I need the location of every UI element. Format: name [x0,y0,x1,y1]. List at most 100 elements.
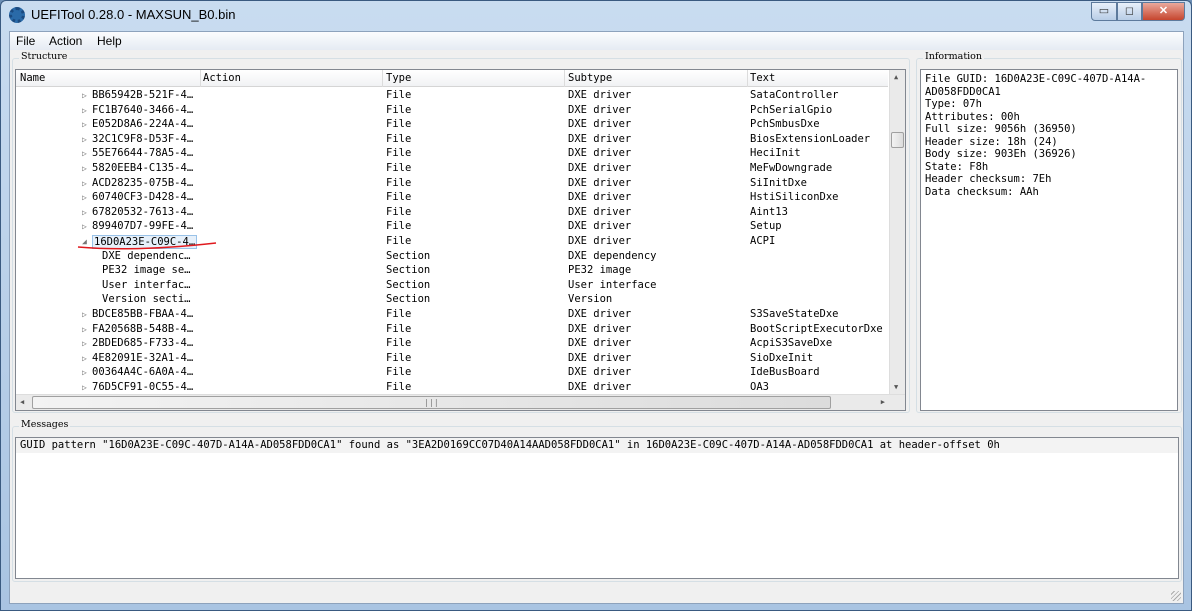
expand-arrow-icon[interactable]: ▷ [82,149,87,158]
red-annotation-underline [77,242,217,250]
info-line: Data checksum: AAh [925,185,1039,198]
tree-row[interactable]: ▷ 899407D7-99FE-4… File DXE driver Setup [16,219,888,234]
row-name: FC1B7640-3466-4… [92,103,194,116]
row-name: 2BDED685-F733-4… [92,337,194,350]
row-type: File [386,337,412,350]
resize-grip[interactable] [1171,591,1181,601]
row-subtype: DXE driver [568,381,632,393]
tree-row[interactable]: ▷ E052D8A6-224A-4… File DXE driver PchSmbusD… [16,117,888,132]
message-item[interactable]: GUID pattern "16D0A23E-C09C-407D-A14A-AD… [16,438,1178,453]
row-subtype: DXE driver [568,235,632,247]
app-gear-icon [9,7,25,23]
row-subtype: DXE driver [568,351,632,364]
column-type[interactable]: Type [386,72,411,84]
row-name: 60740CF3-D428-4… [92,191,194,204]
column-subtype[interactable]: Subtype [568,72,612,84]
close-button[interactable]: ✕ [1142,2,1185,21]
menu-bar: File Action Help [10,32,1183,50]
row-text: SiInitDxe [750,176,807,189]
tree-row[interactable]: ▷ 67820532-7613-4… File DXE driver Aint13 [16,205,888,220]
row-subtype: DXE driver [568,337,632,350]
expand-arrow-icon[interactable]: ▷ [82,135,87,144]
vertical-scroll-thumb[interactable] [891,132,904,148]
row-type: File [386,235,412,247]
expand-arrow-icon[interactable]: ▷ [82,222,87,231]
info-line: Header checksum: 7Eh [925,173,1052,185]
row-name: 5820EEB4-C135-4… [92,162,194,174]
tree-row[interactable]: ▷ 76D5CF91-0C55-4… File DXE driver OA3 [16,380,888,395]
expand-arrow-icon[interactable]: ▷ [82,91,87,100]
expand-arrow-icon[interactable]: ▷ [82,106,87,115]
tree-row[interactable]: ▷ BDCE85BB-FBAA-4… File DXE driver S3SaveSta… [16,307,888,322]
structure-tree[interactable]: Name Action Type Subtype Text ▷ BB65942B-… [15,69,906,411]
expand-arrow-icon[interactable]: ▷ [82,310,87,319]
expand-arrow-icon[interactable]: ▷ [82,354,87,363]
expand-arrow-icon[interactable]: ▷ [82,368,87,377]
tree-row[interactable]: ▷ BB65942B-521F-4… File DXE driver SataContr… [16,88,888,103]
minimize-button[interactable]: ▭ [1091,2,1117,21]
tree-row[interactable]: ▷ 32C1C9F8-D53F-4… File DXE driver BiosExten… [16,132,888,147]
row-name: 32C1C9F8-D53F-4… [92,132,194,145]
app-window: UEFITool 0.28.0 - MAXSUN_B0.bin ▭ ◻ ✕ Fi… [0,0,1192,611]
row-name: FA20568B-548B-4… [92,322,194,335]
menu-file[interactable]: File [16,34,35,48]
expand-arrow-icon[interactable]: ▷ [82,120,87,129]
row-text: Setup [750,220,782,233]
horizontal-scrollbar[interactable]: ◀ ||| ▶ [16,394,905,410]
row-name: PE32 image se… [102,264,191,277]
expand-arrow-icon[interactable]: ▷ [82,339,87,348]
menu-help[interactable]: Help [97,34,122,48]
row-text: S3SaveStateDxe [750,308,839,320]
messages-group: Messages GUID pattern "16D0A23E-C09C-407… [12,419,1182,582]
row-type: File [386,147,412,160]
tree-row[interactable]: User interfac… Section User interface [16,278,888,293]
expand-arrow-icon[interactable]: ▷ [82,179,87,188]
information-text[interactable]: File GUID: 16D0A23E-C09C-407D-A14A- AD058… [920,69,1178,411]
expand-arrow-icon[interactable]: ▷ [82,193,87,202]
column-name[interactable]: Name [20,72,45,84]
row-text: IdeBusBoard [750,366,820,379]
row-subtype: DXE driver [568,176,632,189]
tree-row[interactable]: Version secti… Section Version [16,292,888,307]
information-label: Information [923,51,985,62]
tree-header: Name Action Type Subtype Text [16,70,888,87]
row-type: Section [386,293,431,306]
messages-list[interactable]: GUID pattern "16D0A23E-C09C-407D-A14A-AD… [15,437,1179,579]
tree-row[interactable]: ▷ 00364A4C-6A0A-4… File DXE driver IdeBusBoa… [16,365,888,380]
row-type: File [386,205,412,218]
row-subtype: DXE driver [568,205,632,218]
tree-row[interactable]: ▷ FC1B7640-3466-4… File DXE driver PchSerial… [16,103,888,118]
menu-action[interactable]: Action [49,34,82,48]
expand-arrow-icon[interactable]: ▷ [82,325,87,334]
row-subtype: DXE driver [568,191,632,204]
tree-row[interactable]: ▷ ACD28235-075B-4… File DXE driver SiInitDxe [16,176,888,191]
expand-arrow-icon[interactable]: ▷ [82,208,87,217]
expand-arrow-icon[interactable]: ▷ [82,164,87,173]
row-type: File [386,118,412,131]
tree-row[interactable]: ▷ 55E76644-78A5-4… File DXE driver HeciInit [16,146,888,161]
row-subtype: User interface [568,278,657,291]
row-text: OA3 [750,381,769,393]
info-line: AD058FDD0CA1 [925,85,1001,98]
info-line: Body size: 903Eh (36926) [925,148,1077,160]
row-type: File [386,308,412,320]
maximize-button[interactable]: ◻ [1117,2,1142,21]
horizontal-scroll-thumb[interactable]: ||| [32,396,831,409]
client-area: File Action Help Structure Name Action T… [9,31,1184,604]
row-type: File [386,191,412,204]
tree-row[interactable]: ▷ 5820EEB4-C135-4… File DXE driver MeFwDowng… [16,161,888,176]
tree-row[interactable]: ▷ FA20568B-548B-4… File DXE driver BootScrip… [16,322,888,337]
column-text[interactable]: Text [750,72,775,84]
row-type: File [386,89,412,101]
row-name: BB65942B-521F-4… [92,89,194,101]
row-name: 67820532-7613-4… [92,205,194,218]
column-action[interactable]: Action [203,72,241,84]
expand-arrow-icon[interactable]: ▷ [82,383,87,392]
tree-row[interactable]: PE32 image se… Section PE32 image [16,263,888,278]
tree-row[interactable]: ▷ 2BDED685-F733-4… File DXE driver AcpiS3Sav… [16,336,888,351]
tree-row[interactable]: ▷ 4E82091E-32A1-4… File DXE driver SioDxeIni… [16,351,888,366]
vertical-scrollbar[interactable]: ▲ ▼ [889,70,905,394]
row-subtype: DXE driver [568,89,632,101]
info-line: State: F8h [925,160,989,173]
tree-row[interactable]: ▷ 60740CF3-D428-4… File DXE driver HstiSilic… [16,190,888,205]
